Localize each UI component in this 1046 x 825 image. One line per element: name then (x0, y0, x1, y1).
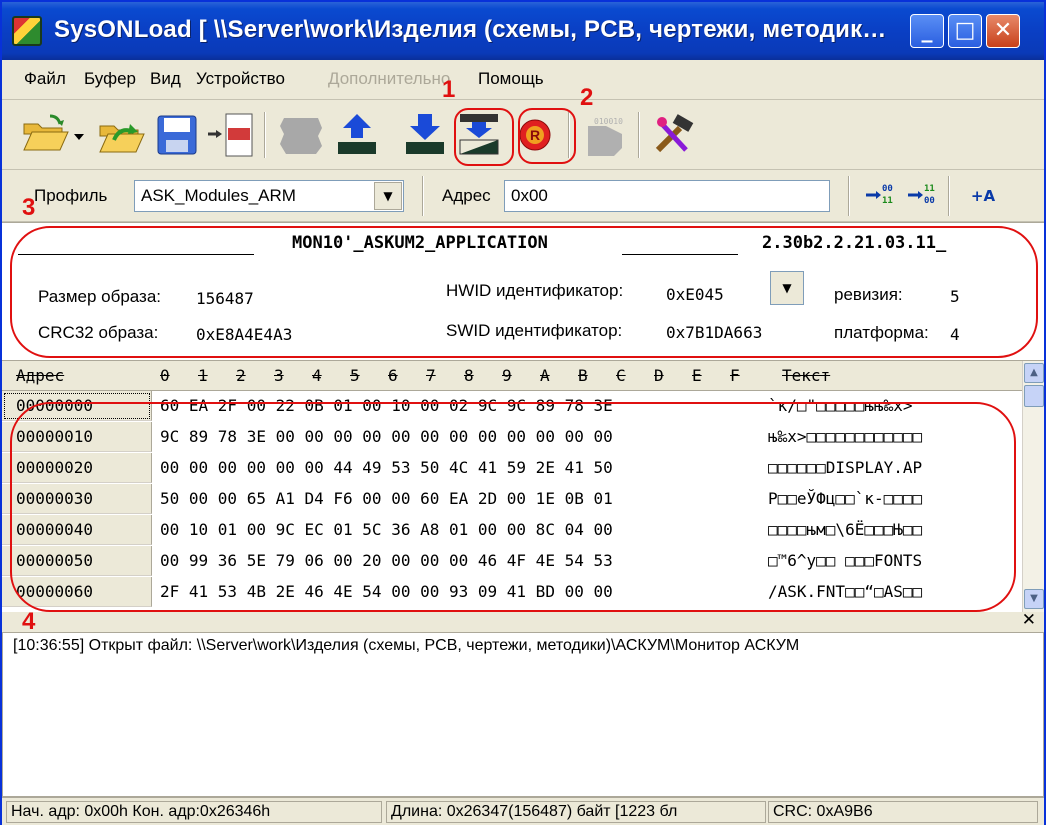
hex-down-button[interactable]: 11 00 (902, 179, 942, 213)
address-value: 0x00 (511, 186, 548, 205)
profile-bar: Профиль ASK_Modules_ARM ▼ Адрес 0x00 00 1… (2, 170, 1044, 222)
annotation-label-4: 4 (22, 608, 36, 635)
profile-value: ASK_Modules_ARM (141, 186, 296, 205)
menu-view[interactable]: Вид (150, 69, 181, 89)
menu-help[interactable]: Помощь (478, 69, 544, 89)
save-icon[interactable] (152, 110, 202, 160)
status-crc: CRC: 0xA9B6 (768, 801, 1038, 823)
maximize-button[interactable]: □ (948, 14, 982, 48)
binary-disabled-icon[interactable]: 010010 (580, 110, 630, 160)
window-title: SysONLoad [ \\Server\work\Изделия (схемы… (54, 16, 887, 43)
reload-icon[interactable] (96, 110, 146, 160)
menu-file[interactable]: Файл (24, 69, 66, 89)
status-address-range: Нач. адр: 0x00h Кон. адр:0x26346h (6, 801, 382, 823)
hex-up-button[interactable]: 00 11 (860, 179, 900, 213)
hex-header-address: Адрес (16, 366, 65, 385)
annotation-label-1: 1 (442, 76, 456, 103)
toolbar-separator (848, 176, 850, 216)
close-button[interactable]: ✕ (986, 14, 1020, 48)
hex-header-col: 0 (160, 366, 170, 385)
scroll-down-icon[interactable]: ▼ (1024, 589, 1044, 609)
app-window: SysONLoad [ \\Server\work\Изделия (схемы… (0, 0, 1046, 825)
log-line: [10:36:55] Открыт файл: \\Server\work\Из… (13, 637, 800, 654)
svg-text:11: 11 (882, 196, 893, 206)
annotation-box-3 (10, 226, 1038, 358)
toolbar-separator (264, 112, 266, 158)
download-icon[interactable] (400, 110, 450, 160)
toolbar-separator (422, 176, 424, 216)
panel-splitter[interactable]: ✕ (2, 610, 1044, 632)
hex-header-col: 8 (464, 366, 474, 385)
profile-label: Профиль (34, 186, 108, 205)
annotation-box-1 (454, 108, 514, 166)
hex-header-col: D (654, 366, 664, 385)
svg-text:00: 00 (882, 184, 893, 194)
hex-header-col: 3 (274, 366, 284, 385)
menu-advanced[interactable]: Дополнительно (328, 69, 450, 89)
tools-icon[interactable] (650, 110, 700, 160)
toolbar-separator (948, 176, 950, 216)
maximize-icon: □ (954, 18, 976, 43)
hex-up-icon: 0011 (866, 184, 893, 206)
title-bar[interactable]: SysONLoad [ \\Server\work\Изделия (схемы… (2, 2, 1044, 60)
annotation-box-4 (10, 402, 1016, 612)
toolbar-separator (638, 112, 640, 158)
hex-header-col: B (578, 366, 588, 385)
hex-header-col: 1 (198, 366, 208, 385)
address-input[interactable]: 0x00 (504, 180, 830, 212)
profile-select[interactable]: ASK_Modules_ARM ▼ (134, 180, 404, 212)
address-label: Адрес (442, 186, 491, 205)
hex-header-col: 4 (312, 366, 322, 385)
hex-header-col: A (540, 366, 550, 385)
open-folder-icon[interactable] (20, 110, 70, 160)
hex-header-col: 5 (350, 366, 360, 385)
menu-buffer[interactable]: Буфер (84, 69, 136, 89)
annotation-label-2: 2 (580, 84, 594, 111)
hex-scrollbar[interactable]: ▲ ▼ (1022, 361, 1044, 613)
scroll-up-icon[interactable]: ▲ (1024, 363, 1044, 383)
chip-disabled-icon[interactable] (276, 110, 326, 160)
minimize-icon: _ (921, 18, 933, 43)
annotation-label-3: 3 (22, 194, 36, 221)
annotation-box-2 (518, 108, 576, 164)
status-bar: Нач. адр: 0x00h Кон. адр:0x26346h Длина:… (2, 797, 1044, 825)
hex-header-text: Текст (782, 366, 831, 385)
hex-header-col: F (730, 366, 740, 385)
upload-icon[interactable] (332, 110, 382, 160)
minimize-button[interactable]: _ (910, 14, 944, 48)
hex-header: Адрес 0 1 2 3 4 5 6 7 8 9 A B C D E F Те… (2, 361, 1022, 391)
goto-address-button[interactable]: +A (958, 179, 1008, 213)
svg-text:010010: 010010 (594, 117, 623, 126)
menu-bar: Файл Буфер Вид Устройство Дополнительно … (2, 60, 1044, 100)
hex-edit-icon[interactable] (206, 110, 256, 160)
close-icon: ✕ (993, 18, 1013, 43)
chevron-down-icon[interactable]: ▼ (374, 182, 402, 210)
dropdown-arrow-icon[interactable] (70, 110, 90, 160)
log-panel[interactable]: [10:36:55] Открыт файл: \\Server\work\Из… (2, 632, 1044, 797)
close-log-icon[interactable]: ✕ (1022, 610, 1036, 630)
hex-header-col: C (616, 366, 626, 385)
app-icon (12, 16, 42, 46)
svg-text:00: 00 (924, 196, 935, 206)
menu-device[interactable]: Устройство (196, 69, 285, 89)
status-length: Длина: 0x26347(156487) байт [1223 бл (386, 801, 766, 823)
hex-header-col: 9 (502, 366, 512, 385)
hex-header-col: E (692, 366, 702, 385)
hex-header-col: 6 (388, 366, 398, 385)
svg-text:11: 11 (924, 184, 935, 194)
hex-header-col: 2 (236, 366, 246, 385)
scroll-thumb[interactable] (1024, 385, 1044, 407)
hex-down-icon: 1100 (908, 184, 935, 206)
hex-header-col: 7 (426, 366, 436, 385)
